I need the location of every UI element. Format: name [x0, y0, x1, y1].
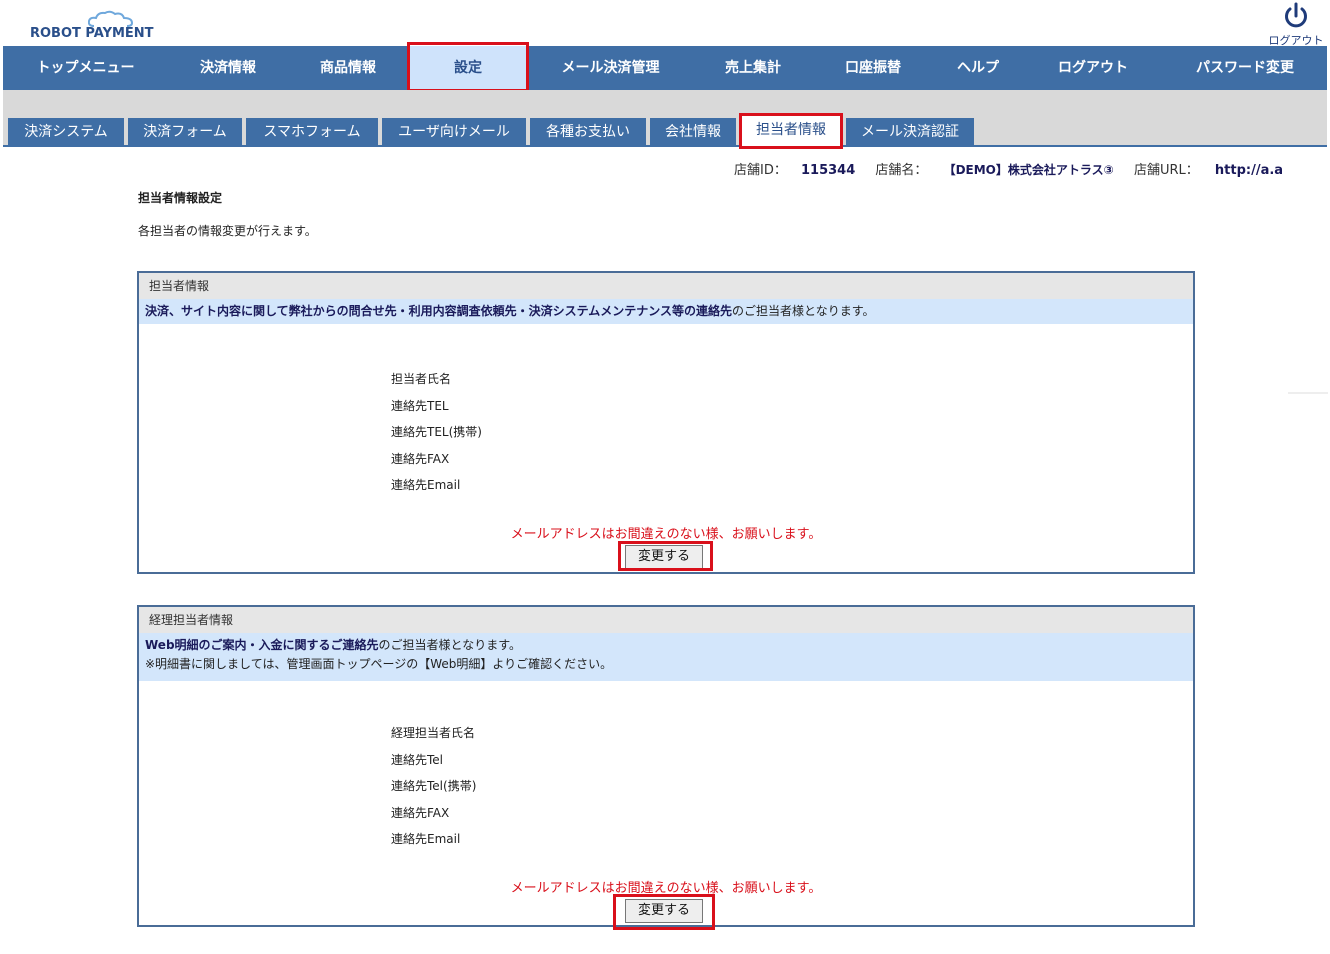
field-accounting-tel: 連絡先Tel: [391, 752, 444, 767]
tab-staff-info[interactable]: 担当者情報: [740, 116, 842, 147]
page-title: 担当者情報設定: [138, 191, 223, 205]
tab-payment-system[interactable]: 決済システム: [8, 118, 124, 146]
accounting-staff-panel: 経理担当者情報 Web明細のご案内・入金に関するご連絡先のご担当者様となります。…: [137, 605, 1195, 927]
staff-info-note-rest: のご担当者様となります。: [732, 304, 875, 318]
logout-top-button[interactable]: ログアウト: [1266, 2, 1326, 48]
store-id-value: 115344: [801, 163, 856, 178]
nav-account-transfer[interactable]: 口座振替: [813, 46, 933, 90]
store-url-label: 店舗URL：: [1133, 163, 1199, 178]
staff-info-panel: 担当者情報 決済、サイト内容に関して弊社からの問合せ先・利用内容調査依頼先・決済…: [137, 271, 1195, 574]
tab-user-mail[interactable]: ユーザ向けメール: [382, 118, 526, 146]
staff-email-warning: メールアドレスはお間違えのない様、お願いします。: [510, 527, 822, 542]
main-nav: トップメニュー 決済情報 商品情報 設定 メール決済管理 売上集計 口座振替 ヘ…: [3, 46, 1327, 90]
nav-settings[interactable]: 設定: [408, 46, 528, 90]
staff-info-note-bold: 決済、サイト内容に関して弊社からの問合せ先・利用内容調査依頼先・決済システムメン…: [145, 304, 733, 318]
nav-mail-payment[interactable]: メール決済管理: [528, 46, 693, 90]
nav-password-change[interactable]: パスワード変更: [1163, 46, 1327, 90]
tab-payment-form[interactable]: 決済フォーム: [128, 118, 242, 146]
logo: ROBOT PAYMENT: [30, 10, 180, 42]
field-accounting-fax: 連絡先FAX: [391, 805, 450, 820]
field-accounting-email: 連絡先Email: [391, 832, 461, 846]
store-name-label: 店舗名：: [875, 163, 928, 178]
accounting-staff-heading: 経理担当者情報: [139, 607, 1193, 633]
nav-top-menu[interactable]: トップメニュー: [3, 46, 168, 90]
field-fax: 連絡先FAX: [391, 451, 450, 466]
field-mobile-tel: 連絡先TEL(携帯): [391, 425, 482, 439]
scroll-hint: [1288, 392, 1328, 394]
store-url-value: http://a.a: [1214, 163, 1284, 178]
tab-smartphone-form[interactable]: スマホフォーム: [246, 118, 378, 146]
staff-change-button[interactable]: 変更する: [625, 545, 703, 569]
nav-help[interactable]: ヘルプ: [933, 46, 1023, 90]
tab-company-info[interactable]: 会社情報: [650, 118, 736, 146]
field-accounting-mobile-tel: 連絡先Tel(携帯): [391, 779, 477, 793]
staff-info-heading: 担当者情報: [139, 273, 1193, 299]
accounting-staff-note: Web明細のご案内・入金に関するご連絡先のご担当者様となります。 ※明細書に関し…: [139, 633, 1193, 681]
staff-info-fields: 担当者氏名 連絡先TEL 連絡先TEL(携帯) 連絡先FAX 連絡先Email: [391, 369, 482, 502]
field-email: 連絡先Email: [391, 478, 461, 492]
staff-info-note: 決済、サイト内容に関して弊社からの問合せ先・利用内容調査依頼先・決済システムメン…: [139, 299, 1193, 324]
accounting-email-warning: メールアドレスはお間違えのない様、お願いします。: [510, 881, 822, 896]
nav-logout[interactable]: ログアウト: [1023, 46, 1163, 90]
field-accounting-name: 経理担当者氏名: [391, 726, 476, 740]
nav-sales-summary[interactable]: 売上集計: [693, 46, 813, 90]
accounting-note-bold: Web明細のご案内・入金に関するご連絡先: [145, 638, 379, 652]
accounting-note-rest: のご担当者様となります。: [378, 638, 521, 652]
accounting-staff-fields: 経理担当者氏名 連絡先Tel 連絡先Tel(携帯) 連絡先FAX 連絡先Emai…: [391, 723, 476, 856]
field-staff-name: 担当者氏名: [391, 372, 452, 386]
tab-payments[interactable]: 各種お支払い: [530, 118, 646, 146]
accounting-change-button[interactable]: 変更する: [625, 899, 703, 923]
logo-text: ROBOT PAYMENT: [30, 26, 154, 41]
nav-product-info[interactable]: 商品情報: [288, 46, 408, 90]
nav-payment-info[interactable]: 決済情報: [168, 46, 288, 90]
field-tel: 連絡先TEL: [391, 398, 449, 413]
tab-mail-payment-auth[interactable]: メール決済認証: [846, 118, 974, 146]
accounting-note-line2: ※明細書に関しましては、管理画面トップページの【Web明細】よりご確認ください。: [145, 657, 613, 671]
store-id-label: 店舗ID：: [734, 163, 787, 178]
power-icon: [1285, 2, 1307, 28]
store-info: 店舗ID： 115344 店舗名： 【DEMO】株式会社アトラス③ 店舗URL：…: [734, 159, 1283, 178]
store-name-value: 【DEMO】株式会社アトラス③: [943, 163, 1114, 177]
page-description: 各担当者の情報変更が行えます。: [138, 224, 317, 238]
